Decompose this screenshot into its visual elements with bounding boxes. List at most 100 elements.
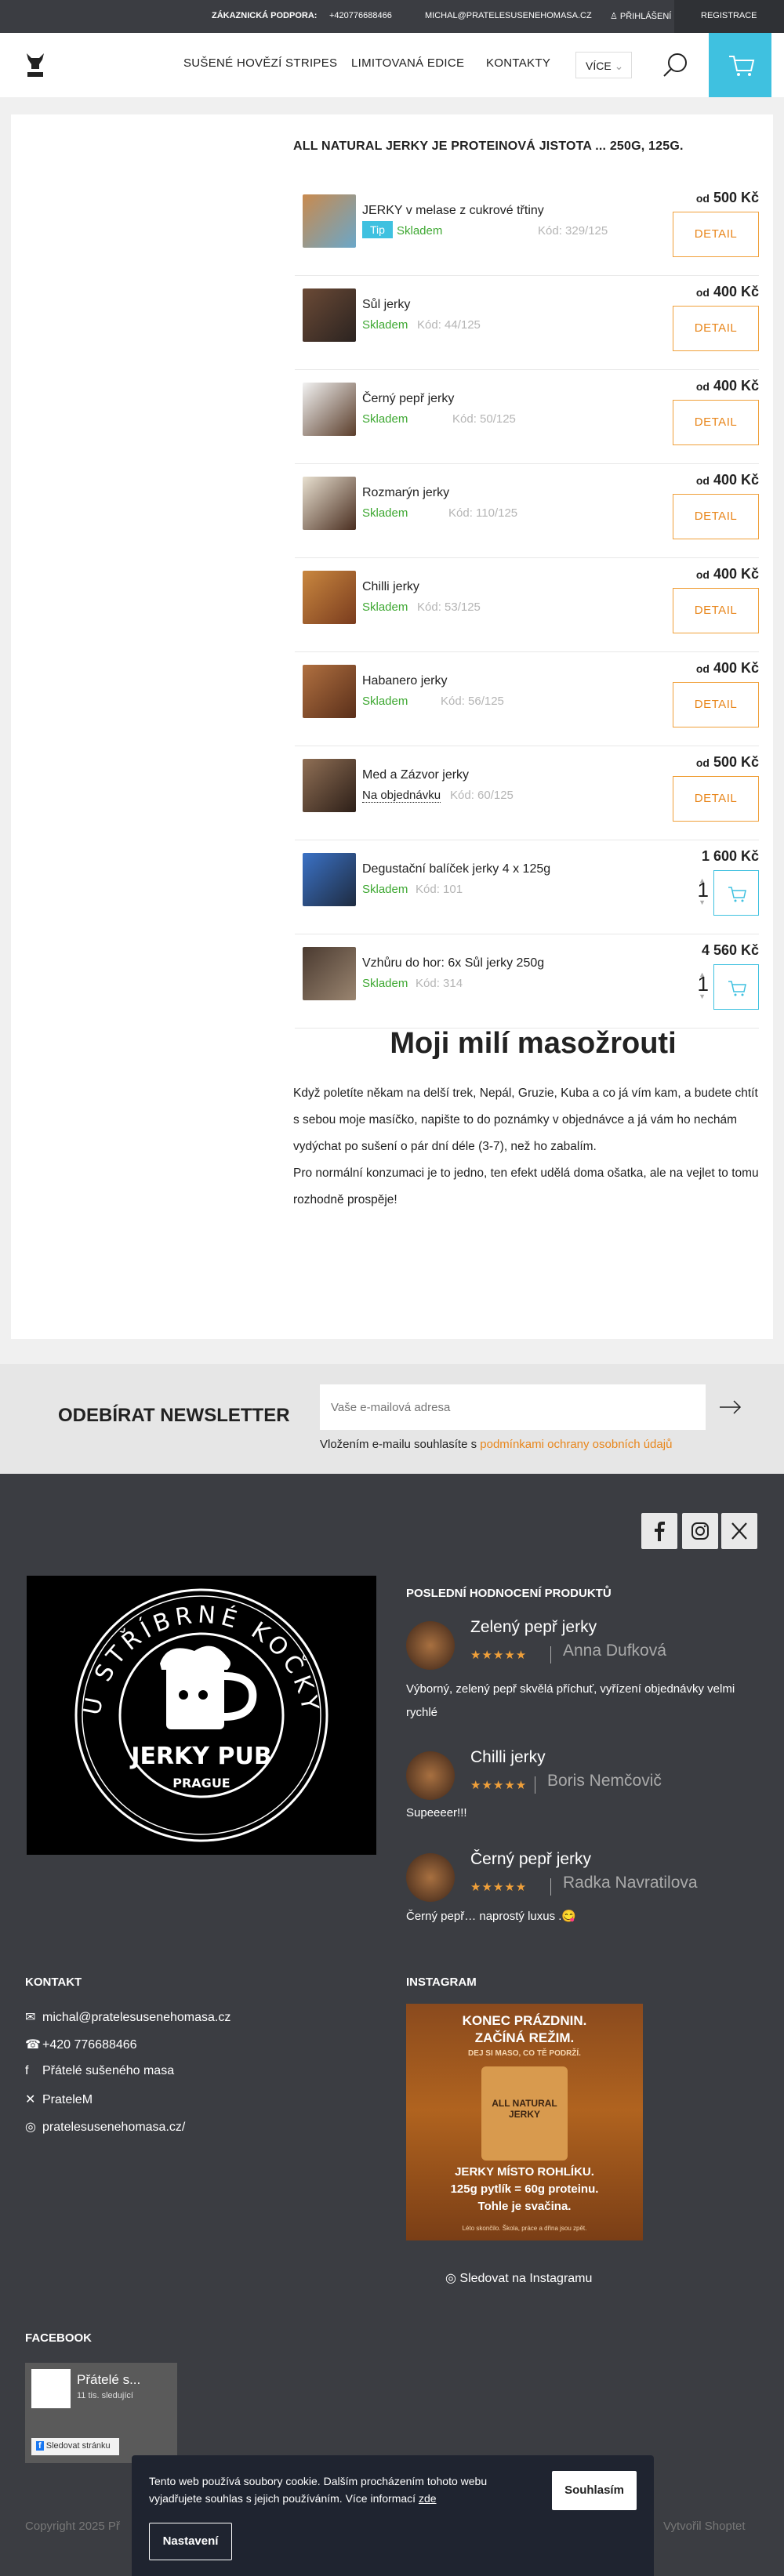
product-row[interactable]: Med a Zázvor jerky Na objednávku Kód: 60/1… [295,746,759,840]
product-name[interactable]: Sůl jerky [362,298,410,312]
review-author: Radka Navratilova [563,1874,698,1892]
user-icon: ♙ [610,12,620,21]
cookie-more-link[interactable]: zde [419,2492,437,2505]
article-paragraph: Pro normální konzumaci je to jedno, ten … [293,1166,759,1206]
quantity-increase-icon[interactable]: ▲ [699,971,706,978]
product-row[interactable]: Rozmarýn jerky Skladem Kód: 110/125 od 400 … [295,464,759,558]
product-name[interactable]: Med a Zázvor jerky [362,768,469,782]
fb-followers: 11 tis. sledující [77,2391,133,2400]
review-product-name[interactable]: Chilli jerky [470,1748,546,1767]
cart-icon [728,981,746,996]
product-code: Kód: 53/125 [417,600,481,614]
review-product-name[interactable]: Černý pepř jerky [470,1850,591,1869]
product-image[interactable] [303,947,356,1000]
product-image[interactable] [303,288,356,342]
contact-phone[interactable]: ☎ +420 776688466 [25,2037,137,2052]
instagram-social-button[interactable] [682,1513,718,1549]
review-product-name[interactable]: Zelený pepř jerky [470,1618,597,1637]
search-icon[interactable] [660,50,691,82]
detail-button[interactable]: DETAIL [673,682,759,727]
cookie-accept-button[interactable]: Souhlasím [552,2471,637,2510]
product-image[interactable] [303,477,356,530]
product-image[interactable] [303,194,356,248]
review-product-image[interactable] [406,1853,455,1902]
instagram-post[interactable]: KONEC PRÁZDNIN. ZAČÍNÁ REŽIM. DEJ SI MAS… [406,2004,643,2240]
detail-button[interactable]: DETAIL [673,400,759,445]
fb-follow-button[interactable]: f Sledovat stránku [31,2438,119,2455]
product-price: od 400 Kč [695,660,759,676]
detail-button[interactable]: DETAIL [673,306,759,351]
support-email[interactable]: MICHAL@PRATELESUSENEHOMASA.CZ [425,11,592,20]
detail-button[interactable]: DETAIL [673,776,759,822]
quantity-decrease-icon[interactable]: ▼ [699,992,706,1000]
logo[interactable] [24,49,47,80]
product-name[interactable]: Rozmarýn jerky [362,486,449,500]
product-row[interactable]: Sůl jerky Skladem Kód: 44/125 od 400 Kč DETA… [295,276,759,370]
product-image[interactable] [303,665,356,718]
contact-instagram[interactable]: ◎ pratelesusenehomasa.cz/ [25,2119,185,2135]
product-name[interactable]: Chilli jerky [362,580,419,594]
quantity-increase-icon[interactable]: ▲ [699,876,706,884]
cart-icon [729,56,755,76]
shoptet-credit[interactable]: Vytvořil Shoptet [663,2520,746,2533]
cookie-settings-button[interactable]: Nastavení [149,2523,232,2560]
product-row[interactable]: Chilli jerky Skladem Kód: 53/125 od 400 Kč D… [295,558,759,652]
add-to-cart-button[interactable] [713,964,759,1010]
product-name[interactable]: Degustační balíček jerky 4 x 125g [362,862,550,876]
article-body: Když poletíte někam na delší trek, Nepál… [293,1080,759,1214]
product-name[interactable]: Habanero jerky [362,674,448,688]
product-image[interactable] [303,853,356,906]
detail-button[interactable]: DETAIL [673,494,759,539]
quantity-decrease-icon[interactable]: ▼ [699,898,706,906]
article-title: Moji milí masožrouti [390,1027,677,1060]
bull-logo-icon [27,53,44,77]
add-to-cart-button[interactable] [713,870,759,916]
product-image[interactable] [303,759,356,812]
facebook-page-widget[interactable]: Přátelé s... 11 tis. sledující f Sledova… [25,2363,177,2463]
nav-item-contacts[interactable]: KONTAKTY [486,56,550,70]
svg-text:PRAGUE: PRAGUE [172,1776,230,1791]
product-row[interactable]: Vzhůru do hor: 6x Sůl jerky 250g Skladem K… [295,934,759,1029]
nav-item-beef-stripes[interactable]: SUŠENÉ HOVĚZÍ STRIPES [183,56,337,70]
jerky-pub-logo: U STŘÍBRNÉ KOČKY JERKY PUB PRAGUE [27,1576,376,1855]
category-heading: ALL NATURAL JERKY JE PROTEINOVÁ JISTOTA … [293,140,684,153]
reviews-title: POSLEDNÍ HODNOCENÍ PRODUKTŮ [406,1587,612,1600]
review-product-image[interactable] [406,1621,455,1670]
privacy-link[interactable]: podmínkami ochrany osobních údajů [480,1438,672,1451]
product-image[interactable] [303,383,356,436]
product-price: od 400 Kč [695,472,759,488]
newsletter-email-input[interactable] [320,1384,706,1430]
contact-facebook[interactable]: f Přátelé sušeného masa [25,2064,174,2078]
product-code: Kód: 50/125 [452,412,516,426]
more-menu-button[interactable]: VÍCE ⌄ [575,52,632,78]
rating-stars: ★★★★★ [470,1881,528,1894]
phone-icon: ☎ [25,2038,41,2052]
nav-item-limited-edition[interactable]: LIMITOVANÁ EDICE [351,56,464,70]
product-name[interactable]: Černý pepř jerky [362,392,454,406]
newsletter-submit-button[interactable] [706,1384,754,1430]
contact-x[interactable]: ✕ PrateleM [25,2092,93,2107]
detail-button[interactable]: DETAIL [673,588,759,633]
tip-badge: Tip [362,221,393,238]
facebook-social-button[interactable] [641,1513,677,1549]
cookie-banner: Tento web používá soubory cookie. Dalším… [132,2455,654,2576]
product-row[interactable]: JERKY v melase z cukrové třtiny Tip Sklade… [295,182,759,276]
product-name[interactable]: Vzhůru do hor: 6x Sůl jerky 250g [362,956,544,971]
svg-text:JERKY PUB: JERKY PUB [129,1743,271,1770]
x-social-button[interactable] [721,1513,757,1549]
instagram-follow-link[interactable]: ◎ Sledovat na Instagramu [445,2270,592,2286]
register-link[interactable]: REGISTRACE [674,0,784,33]
support-phone[interactable]: +420776688466 [329,11,392,20]
product-price: od 400 Kč [695,378,759,394]
contact-title: KONTAKT [25,1976,82,1989]
product-image[interactable] [303,571,356,624]
contact-email[interactable]: ✉ michal@pratelesusenehomasa.cz [25,2009,230,2025]
cart-button[interactable] [709,33,771,97]
review-product-image[interactable] [406,1751,455,1800]
product-row[interactable]: Černý pepř jerky Skladem Kód: 50/125 od 400… [295,370,759,464]
detail-button[interactable]: DETAIL [673,212,759,257]
product-row[interactable]: Habanero jerky Skladem Kód: 56/125 od 400 K… [295,652,759,746]
product-name[interactable]: JERKY v melase z cukrové třtiny [362,204,544,218]
login-link[interactable]: ♙ PŘIHLÁŠENÍ [610,11,671,21]
product-row[interactable]: Degustační balíček jerky 4 x 125g Skladem… [295,840,759,934]
